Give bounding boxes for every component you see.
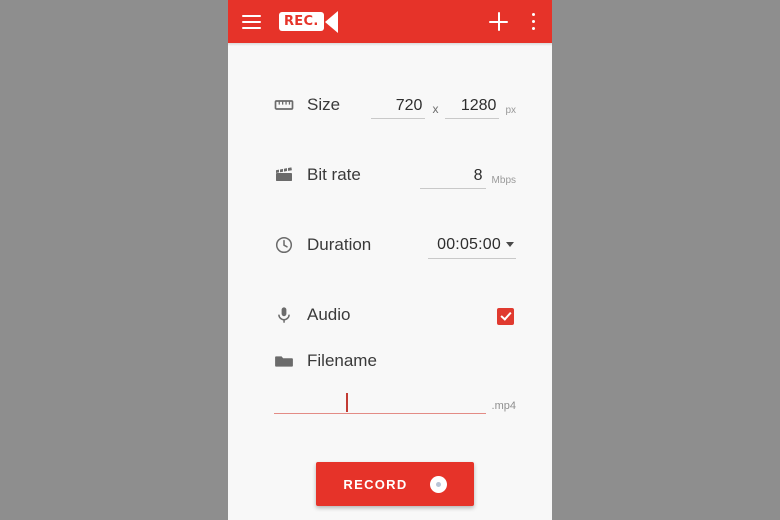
bitrate-label-group: Bit rate	[274, 165, 420, 189]
chevron-down-icon	[506, 241, 514, 247]
size-width-input[interactable]: 720	[371, 97, 426, 119]
bitrate-label: Bit rate	[307, 165, 361, 184]
audio-checkbox[interactable]	[497, 308, 514, 325]
size-value-group: 720 x 1280 px	[371, 97, 516, 119]
row-audio: Audio	[274, 285, 516, 329]
plus-icon[interactable]	[489, 12, 508, 31]
row-bitrate: Bit rate 8 Mbps	[274, 145, 516, 189]
size-unit: px	[505, 105, 516, 116]
audio-label-group: Audio	[274, 305, 497, 329]
bitrate-value-group: 8 Mbps	[419, 167, 516, 189]
row-filename: Filename .mp4	[274, 351, 516, 414]
screenshot-stage: REC. Size 720 x 1280 px Bit rate 8 Mbps …	[0, 0, 780, 520]
phone-screen: REC. Size 720 x 1280 px Bit rate 8 Mbps …	[228, 0, 552, 520]
more-vertical-icon[interactable]	[532, 12, 536, 31]
size-separator: x	[432, 102, 439, 116]
size-label: Size	[307, 95, 341, 114]
video-camera-lens-icon	[324, 10, 338, 33]
filename-input[interactable]	[274, 391, 486, 414]
filename-input-row: .mp4	[274, 391, 516, 414]
bitrate-unit: Mbps	[491, 175, 516, 186]
duration-label-group: Duration	[274, 235, 428, 259]
size-label-group: Size	[274, 95, 371, 119]
size-height-input[interactable]: 1280	[445, 97, 500, 119]
microphone-icon	[274, 305, 294, 325]
clock-icon	[274, 235, 294, 255]
app-logo-text: REC.	[279, 12, 324, 31]
row-size: Size 720 x 1280 px	[274, 75, 516, 119]
text-cursor	[346, 393, 349, 412]
app-bar: REC.	[228, 0, 552, 43]
duration-label: Duration	[307, 235, 372, 254]
app-bar-shadow	[228, 43, 552, 46]
folder-icon	[274, 351, 294, 371]
bitrate-input[interactable]: 8	[419, 167, 486, 189]
clapperboard-icon	[274, 165, 294, 185]
record-button-wrap: RECORD	[274, 462, 516, 506]
record-circle-icon	[429, 475, 447, 493]
filename-label-group: Filename	[274, 351, 516, 371]
record-button-label: RECORD	[343, 476, 408, 492]
app-logo[interactable]: REC.	[279, 10, 338, 33]
audio-label: Audio	[307, 305, 351, 324]
settings-form: Size 720 x 1280 px Bit rate 8 Mbps Durat…	[228, 43, 552, 506]
row-duration: Duration 00:05:00	[274, 215, 516, 259]
record-button[interactable]: RECORD	[316, 462, 474, 506]
duration-dropdown[interactable]: 00:05:00	[428, 236, 516, 259]
filename-extension: .mp4	[491, 400, 516, 412]
ruler-icon	[274, 95, 294, 115]
hamburger-menu-icon[interactable]	[242, 14, 261, 29]
filename-label: Filename	[307, 351, 377, 370]
duration-value: 00:05:00	[437, 236, 501, 253]
